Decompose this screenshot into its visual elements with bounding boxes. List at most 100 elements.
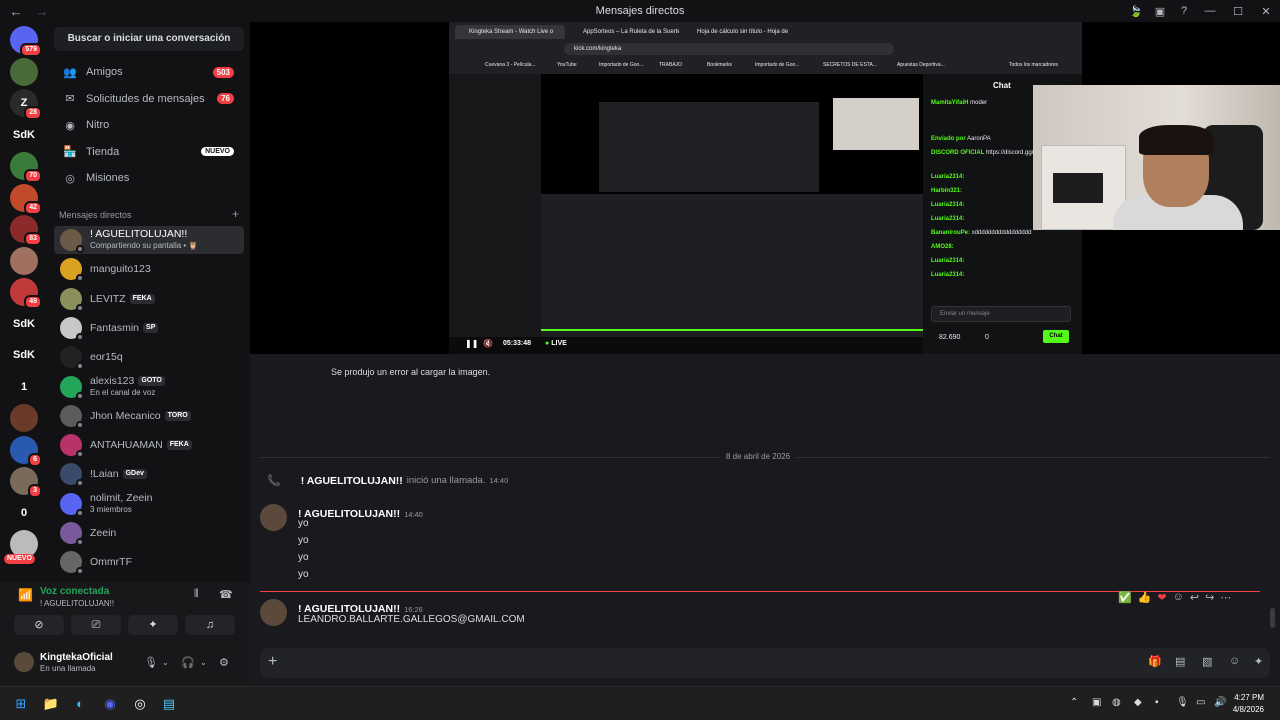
microphone-icon[interactable]: 🎙 bbox=[144, 656, 158, 669]
dm-item[interactable]: manguito123 bbox=[54, 255, 244, 283]
dm-item[interactable]: !Laian GDev bbox=[54, 460, 244, 488]
message-author[interactable]: ! AGUELITOLUJAN!! bbox=[298, 508, 400, 520]
message-composer[interactable]: + 🎁 ▤ ▧ ☺ ✦ bbox=[260, 648, 1270, 678]
gear-icon[interactable]: ⚙ bbox=[219, 656, 229, 669]
disconnect-icon[interactable]: ☎ bbox=[219, 588, 233, 601]
maximize-button[interactable]: ☐ bbox=[1224, 5, 1252, 18]
tray-app-icon[interactable]: ◆ bbox=[1134, 697, 1142, 708]
windows-start-icon[interactable]: ⊞ bbox=[12, 695, 30, 713]
steam-icon[interactable]: ◍ bbox=[1112, 697, 1121, 708]
clock[interactable]: 4:27 PM 4/8/2026 bbox=[1233, 692, 1264, 716]
microphone-icon[interactable]: 🎙 bbox=[1176, 697, 1189, 708]
thumbs-up-icon[interactable]: 👍 bbox=[1138, 591, 1152, 604]
server-badge: 3 bbox=[28, 484, 42, 498]
add-reaction-icon[interactable]: ☺ bbox=[1173, 591, 1184, 603]
server-icon[interactable]: SdK bbox=[10, 120, 38, 149]
gift-icon[interactable]: 🎁 bbox=[1148, 655, 1162, 668]
help-icon[interactable]: ? bbox=[1172, 5, 1196, 17]
forward-icon[interactable]: ↪ bbox=[1205, 591, 1214, 604]
server-icon[interactable]: Z 28 bbox=[10, 89, 42, 120]
call-user[interactable]: ! AGUELITOLUJAN!! bbox=[301, 475, 403, 487]
avatar[interactable] bbox=[260, 599, 287, 626]
camera-off-button[interactable]: ⊘ bbox=[14, 615, 64, 635]
more-icon[interactable]: ⋯ bbox=[1220, 591, 1231, 604]
screen-share-button[interactable]: ⎚ bbox=[71, 615, 121, 635]
dm-item[interactable]: nolimit, Zeein 3 miembros bbox=[54, 490, 244, 518]
avatar[interactable] bbox=[14, 652, 34, 672]
minimize-button[interactable]: — bbox=[1196, 5, 1224, 17]
avatar[interactable] bbox=[260, 504, 287, 531]
tray-chevron-icon[interactable]: ⌃ bbox=[1070, 697, 1078, 708]
edge-icon[interactable]: ◐ bbox=[71, 695, 89, 713]
chevron-down-icon[interactable]: ⌄ bbox=[162, 658, 169, 667]
apps-icon[interactable]: ✦ bbox=[1254, 655, 1263, 668]
dm-item[interactable]: eor15q bbox=[54, 343, 244, 371]
activities-button[interactable]: ✦ bbox=[128, 615, 178, 635]
check-reaction-icon[interactable]: ✅ bbox=[1118, 591, 1132, 604]
soundboard-button[interactable]: ♫ bbox=[185, 615, 235, 635]
clan-tag: GOTO bbox=[138, 375, 165, 386]
bookmark: Todos los marcadores bbox=[1009, 62, 1058, 68]
server-icon[interactable]: 579 bbox=[10, 26, 42, 57]
server-icon[interactable] bbox=[10, 404, 38, 432]
browser-tab: AppSorteos – La Ruleta de la Suerte bbox=[583, 29, 679, 35]
dm-item[interactable]: Jhon Mecanico TORO bbox=[54, 402, 244, 430]
server-icon[interactable]: SdK bbox=[10, 341, 38, 369]
reply-icon[interactable]: ↩ bbox=[1190, 591, 1199, 604]
dm-item[interactable]: ANTAHUAMAN FEKA bbox=[54, 431, 244, 459]
feather-icon[interactable]: 🍃 bbox=[1124, 5, 1148, 18]
dm-item[interactable]: LEVITZ FEKA bbox=[54, 285, 244, 313]
server-icon[interactable]: 42 bbox=[10, 183, 42, 215]
server-icon[interactable]: 1 bbox=[10, 372, 38, 401]
server-icon[interactable] bbox=[10, 246, 38, 275]
notepad-icon[interactable]: ▤ bbox=[160, 695, 178, 713]
dm-item[interactable]: Zeein bbox=[54, 519, 244, 547]
tray-app-icon[interactable]: ▣ bbox=[1092, 697, 1101, 708]
dm-sidebar: Buscar o iniciar una conversación 👥 Amigo… bbox=[48, 22, 250, 582]
search-conversation-button[interactable]: Buscar o iniciar una conversación bbox=[54, 27, 244, 51]
dm-item[interactable]: alexis123 GOTO En el canal de voz bbox=[54, 373, 244, 401]
network-icon[interactable]: ▭ bbox=[1196, 697, 1205, 708]
tray-app-icon[interactable]: ▪ bbox=[1155, 697, 1159, 708]
server-icon[interactable]: 49 bbox=[10, 278, 42, 309]
file-explorer-icon[interactable]: 📁 bbox=[42, 695, 60, 713]
dm-item[interactable]: ! AGUELITOLUJAN!! Compartiendo su pantall… bbox=[54, 226, 244, 254]
close-button[interactable]: ✕ bbox=[1252, 5, 1280, 18]
stream-view[interactable]: Kingteka Stream - Watch Live o AppSorteo… bbox=[250, 22, 1280, 354]
username[interactable]: KingtekaOficial bbox=[40, 652, 113, 663]
discord-taskbar-icon[interactable]: ◉ bbox=[101, 695, 119, 713]
forward-button[interactable]: → bbox=[32, 4, 52, 19]
emoji-icon[interactable]: ☺ bbox=[1229, 655, 1240, 667]
server-icon[interactable]: 0 bbox=[10, 498, 38, 527]
server-icon[interactable]: 6 bbox=[10, 435, 42, 467]
voice-channel[interactable]: ! AGUELITOLUJAN!! bbox=[40, 599, 114, 608]
add-dm-button[interactable]: + bbox=[232, 208, 239, 220]
dm-item[interactable]: Fantasmin SP bbox=[54, 314, 244, 342]
attach-icon[interactable]: + bbox=[268, 653, 277, 671]
server-icon[interactable]: NUEVO bbox=[4, 530, 38, 564]
server-icon[interactable]: 70 bbox=[10, 152, 42, 183]
back-button[interactable]: ← bbox=[0, 4, 32, 19]
soundwave-icon[interactable]: ⫴ bbox=[194, 588, 199, 601]
nav-item-amigos[interactable]: 👥 Amigos 503 bbox=[54, 60, 244, 84]
sticker-icon[interactable]: ▧ bbox=[1202, 655, 1212, 668]
dm-item[interactable]: OmmrTF bbox=[54, 548, 244, 576]
volume-icon[interactable]: 🔊 bbox=[1214, 697, 1226, 708]
server-icon[interactable]: 83 bbox=[10, 215, 42, 246]
heart-icon[interactable]: ❤ bbox=[1157, 591, 1166, 604]
inbox-icon[interactable]: ▣ bbox=[1148, 5, 1172, 18]
server-icon[interactable]: SdK bbox=[10, 309, 38, 338]
server-icon[interactable] bbox=[10, 57, 38, 86]
scrollbar[interactable] bbox=[1270, 608, 1275, 628]
chrome-icon[interactable]: ◎ bbox=[131, 695, 149, 713]
nav-item-nitro[interactable]: ◉ Nitro bbox=[54, 113, 244, 137]
nav-item-misiones[interactable]: ◎ Misiones bbox=[54, 166, 244, 190]
headphones-icon[interactable]: 🎧 bbox=[181, 656, 195, 669]
chat-line: Enviado por AaronPA bbox=[931, 136, 991, 142]
nav-item-solicitudes[interactable]: ✉ Solicitudes de mensajes 76 bbox=[54, 87, 244, 111]
server-icon[interactable]: 3 bbox=[10, 467, 42, 498]
chevron-down-icon[interactable]: ⌄ bbox=[200, 658, 207, 667]
gif-icon[interactable]: ▤ bbox=[1175, 655, 1185, 668]
nav-item-tienda[interactable]: 🏪 Tienda NUEVO bbox=[54, 140, 244, 164]
chat-line: Luaria2314: bbox=[931, 272, 965, 278]
